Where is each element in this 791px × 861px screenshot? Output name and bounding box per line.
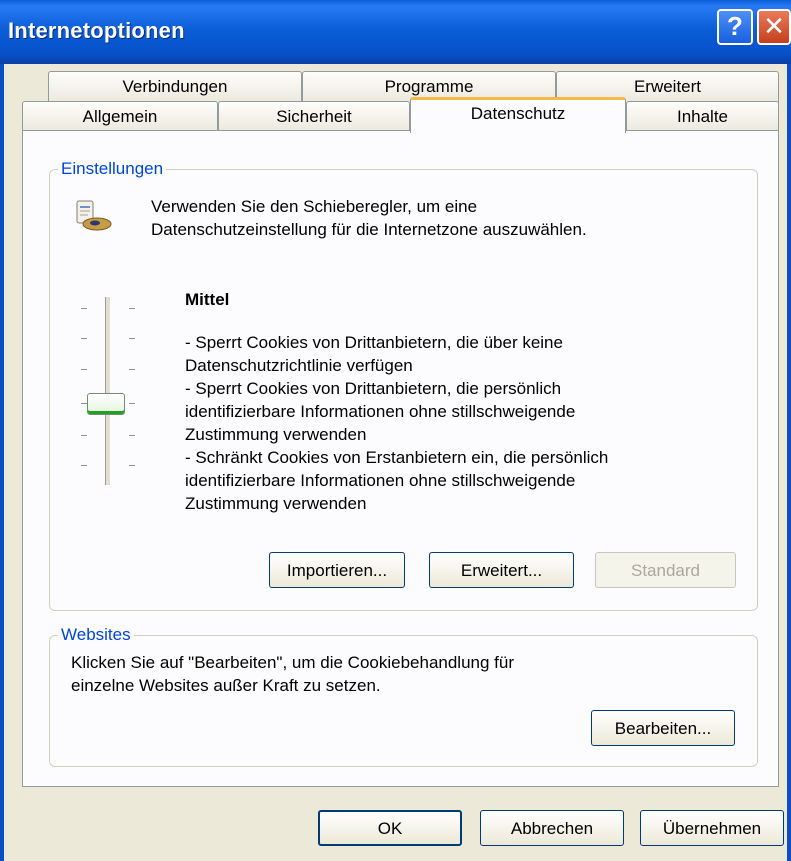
privacy-settings-icon — [71, 197, 115, 233]
description-line: - Sperrt Cookies von Drittanbietern, die… — [185, 379, 562, 398]
intro-line-1: Verwenden Sie den Schieberegler, um eine — [151, 197, 478, 216]
slider-tick — [81, 435, 87, 436]
slider-tick — [81, 465, 87, 466]
slider-tick — [129, 435, 135, 436]
description-line: identifizierbare Informationen ohne stil… — [185, 471, 576, 490]
description-line: Zustimmung verwenden — [185, 425, 367, 444]
slider-track — [105, 297, 111, 485]
websites-text-line-1: Klicken Sie auf "Bearbeiten", um die Coo… — [71, 653, 515, 672]
help-button[interactable]: ? — [717, 9, 753, 45]
slider-tick — [129, 465, 135, 466]
ok-button[interactable]: OK — [318, 810, 462, 846]
import-button[interactable]: Importieren... — [269, 552, 405, 588]
tab-inhalte[interactable]: Inhalte — [626, 101, 779, 133]
description-line: Datenschutzrichtlinie verfügen — [185, 356, 413, 375]
slider-tick — [81, 308, 87, 309]
close-button[interactable]: ✕ — [757, 9, 791, 45]
description-line: - Schränkt Cookies von Erstanbietern ein… — [185, 448, 609, 467]
window-frame-left — [0, 64, 4, 861]
edit-button[interactable]: Bearbeiten... — [591, 710, 735, 746]
window-frame-right — [787, 64, 791, 861]
description-line: - Sperrt Cookies von Drittanbietern, die… — [185, 333, 563, 352]
slider-tick — [129, 338, 135, 339]
settings-group-title: Einstellungen — [58, 159, 167, 179]
slider-tick — [129, 369, 135, 370]
intro-line-2: Datenschutzeinstellung für die Internetz… — [151, 220, 587, 239]
websites-group-title: Websites — [58, 625, 134, 645]
slider-tick — [129, 403, 135, 404]
advanced-button[interactable]: Erweitert... — [429, 552, 574, 588]
title-bar: Internetoptionen ? ✕ — [0, 0, 791, 64]
slider-tick — [81, 369, 87, 370]
description-line: Zustimmung verwenden — [185, 494, 367, 513]
tab-datenschutz[interactable]: Datenschutz — [410, 97, 626, 133]
tab-allgemein[interactable]: Allgemein — [22, 101, 218, 133]
slider-tick — [129, 308, 135, 309]
tab-sicherheit[interactable]: Sicherheit — [218, 101, 410, 133]
websites-text-line-2: einzelne Websites außer Kraft zu setzen. — [71, 676, 381, 695]
slider-thumb[interactable] — [87, 393, 125, 415]
window-title: Internetoptionen — [8, 18, 185, 43]
close-icon: ✕ — [763, 11, 785, 41]
tab-verbindungen[interactable]: Verbindungen — [48, 71, 302, 103]
privacy-level-name: Mittel — [185, 290, 230, 309]
help-icon: ? — [727, 11, 743, 41]
tab-page-datenschutz: Einstellungen Verwenden Sie den Schieber… — [22, 130, 779, 787]
cancel-button[interactable]: Abbrechen — [480, 810, 624, 846]
default-button[interactable]: Standard — [595, 552, 736, 588]
slider-tick — [81, 338, 87, 339]
apply-button[interactable]: Übernehmen — [640, 810, 784, 846]
description-line: identifizierbare Informationen ohne stil… — [185, 402, 576, 421]
